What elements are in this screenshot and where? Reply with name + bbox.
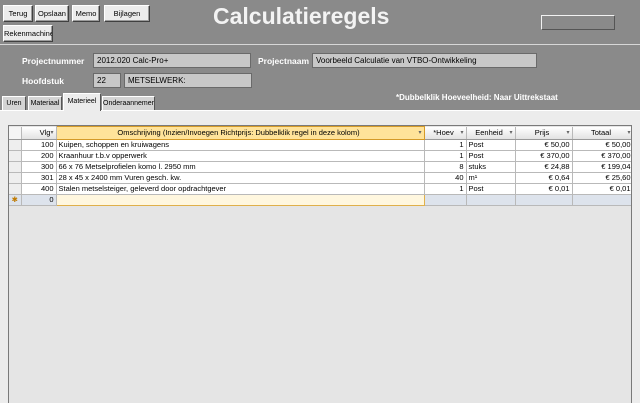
select-all-cell[interactable] [9, 126, 22, 140]
column-header-eenheid[interactable]: Eenheid ▾ [466, 126, 516, 140]
dropdown-arrow-icon[interactable]: ▾ [566, 128, 569, 138]
row-selector[interactable] [9, 161, 22, 173]
cell-omschrijving[interactable]: 66 x 76 Metselprofielen komo l. 2950 mm [56, 161, 425, 173]
cell-vlg[interactable]: 200 [21, 150, 57, 162]
cell-totaal: € 25,60 [572, 172, 631, 184]
row-selector[interactable] [9, 183, 22, 195]
divider [0, 44, 640, 45]
dropdown-arrow-icon[interactable]: ▾ [460, 128, 463, 138]
cell-vlg-new[interactable]: 0 [21, 194, 57, 206]
cell-vlg[interactable]: 300 [21, 161, 57, 173]
column-header-vlg-label: Vlg [39, 127, 51, 137]
projectnummer-label: Projectnummer [22, 56, 85, 66]
cell-omschrijving[interactable]: Kraanhuur t.b.v opperwerk [56, 150, 425, 162]
cell-eenheid[interactable]: m¹ [466, 172, 516, 184]
cell-eenheid[interactable]: Post [466, 139, 516, 151]
cell-hoev[interactable]: 1 [424, 183, 467, 195]
cell-totaal-new [572, 194, 631, 206]
cell-hoev[interactable]: 8 [424, 161, 467, 173]
memo-button[interactable]: Memo [72, 5, 100, 22]
cell-eenheid-new[interactable] [466, 194, 516, 206]
terug-button[interactable]: Terug [3, 5, 33, 22]
column-header-totaal[interactable]: Totaal ▾ [572, 126, 631, 140]
cell-totaal: € 50,00 [572, 139, 631, 151]
cell-totaal: € 370,00 [572, 150, 631, 162]
column-header-hoev[interactable]: *Hoev ▾ [424, 126, 467, 140]
dropdown-arrow-icon[interactable]: ▾ [627, 128, 630, 138]
projectnummer-field[interactable]: 2012.020 Calc-Pro+ [93, 53, 251, 68]
cell-vlg[interactable]: 400 [21, 183, 57, 195]
cell-prijs[interactable]: € 50,00 [515, 139, 573, 151]
table-row[interactable]: 301 28 x 45 x 2400 mm Vuren gesch. kw. 4… [9, 172, 631, 184]
rekenmachine-button[interactable]: Rekenmachine [3, 25, 53, 42]
cell-hoev[interactable]: 1 [424, 139, 467, 151]
column-header-vlg[interactable]: Vlg ▾ [21, 126, 57, 140]
cell-totaal: € 199,04 [572, 161, 631, 173]
cell-hoev[interactable]: 1 [424, 150, 467, 162]
cell-hoev[interactable]: 40 [424, 172, 467, 184]
calculation-table: Vlg ▾ Omschrijving (Inzien/Invoegen Richt… [9, 126, 631, 206]
table-header-row: Vlg ▾ Omschrijving (Inzien/Invoegen Richt… [9, 126, 631, 140]
hoofdstuk-code-field[interactable]: 22 [93, 73, 121, 88]
row-selector[interactable] [9, 150, 22, 162]
cell-hoev-new[interactable] [424, 194, 467, 206]
projectnaam-field[interactable]: Voorbeeld Calculatie van VTBO-Ontwikkeli… [312, 53, 537, 68]
table-row[interactable]: 100 Kuipen, schoppen en kruiwagens 1 Pos… [9, 139, 631, 151]
cell-prijs[interactable]: € 370,00 [515, 150, 573, 162]
cell-eenheid[interactable]: stuks [466, 161, 516, 173]
hoofdstuk-name-field[interactable]: METSELWERK: [124, 73, 252, 88]
row-selector[interactable] [9, 139, 22, 151]
tab-onderaannemer[interactable]: Onderaannemer [102, 96, 155, 111]
cell-prijs[interactable]: € 0,64 [515, 172, 573, 184]
hint-text: *Dubbelklik Hoeveelheid: Naar Uittreksta… [396, 93, 558, 102]
cell-eenheid[interactable]: Post [466, 150, 516, 162]
table-row[interactable]: 200 Kraanhuur t.b.v opperwerk 1 Post € 3… [9, 150, 631, 162]
tab-materieel[interactable]: Materieel [63, 93, 101, 111]
asterisk-icon: ✱ [9, 194, 22, 206]
cell-vlg[interactable]: 100 [21, 139, 57, 151]
table-row[interactable]: 400 Stalen metselsteiger, geleverd door … [9, 183, 631, 195]
table-row[interactable]: 300 66 x 76 Metselprofielen komo l. 2950… [9, 161, 631, 173]
column-header-hoev-label: *Hoev [433, 127, 454, 137]
row-selector[interactable] [9, 172, 22, 184]
column-header-omschrijving-label: Omschrijving (Inzien/Invoegen Richtprijs… [117, 128, 360, 137]
dropdown-arrow-icon[interactable]: ▾ [509, 128, 512, 138]
calculation-grid: Vlg ▾ Omschrijving (Inzien/Invoegen Richt… [8, 125, 632, 403]
cell-vlg[interactable]: 301 [21, 172, 57, 184]
bijlagen-button[interactable]: Bijlagen [104, 5, 150, 22]
page-title: Calculatieregels [213, 3, 390, 29]
cell-prijs-new[interactable] [515, 194, 573, 206]
column-header-eenheid-label: Eenheid [475, 127, 503, 137]
cell-prijs[interactable]: € 24,88 [515, 161, 573, 173]
dropdown-arrow-icon[interactable]: ▾ [418, 128, 421, 138]
column-header-prijs-label: Prijs [534, 127, 550, 137]
column-header-prijs[interactable]: Prijs ▾ [515, 126, 573, 140]
cell-prijs[interactable]: € 0,01 [515, 183, 573, 195]
materieel-panel: Vlg ▾ Omschrijving (Inzien/Invoegen Richt… [0, 110, 640, 403]
dropdown-arrow-icon[interactable]: ▾ [50, 128, 53, 138]
cell-omschrijving[interactable]: Kuipen, schoppen en kruiwagens [56, 139, 425, 151]
tab-uren[interactable]: Uren [2, 96, 26, 111]
cell-totaal: € 0,01 [572, 183, 631, 195]
column-header-omschrijving[interactable]: Omschrijving (Inzien/Invoegen Richtprijs… [55, 126, 425, 140]
cell-omschrijving-new[interactable] [55, 194, 425, 206]
hoofdstuk-label: Hoofdstuk [22, 76, 65, 86]
opslaan-button[interactable]: Opslaan [35, 5, 69, 22]
cell-eenheid[interactable]: Post [466, 183, 516, 195]
new-row[interactable]: ✱ 0 [9, 194, 631, 206]
column-header-totaal-label: Totaal [590, 127, 611, 137]
cell-omschrijving[interactable]: Stalen metselsteiger, geleverd door opdr… [56, 183, 425, 195]
cell-omschrijving[interactable]: 28 x 45 x 2400 mm Vuren gesch. kw. [56, 172, 425, 184]
status-field [541, 15, 615, 30]
tab-materiaal[interactable]: Materiaal [28, 96, 62, 111]
projectnaam-label: Projectnaam [258, 56, 310, 66]
